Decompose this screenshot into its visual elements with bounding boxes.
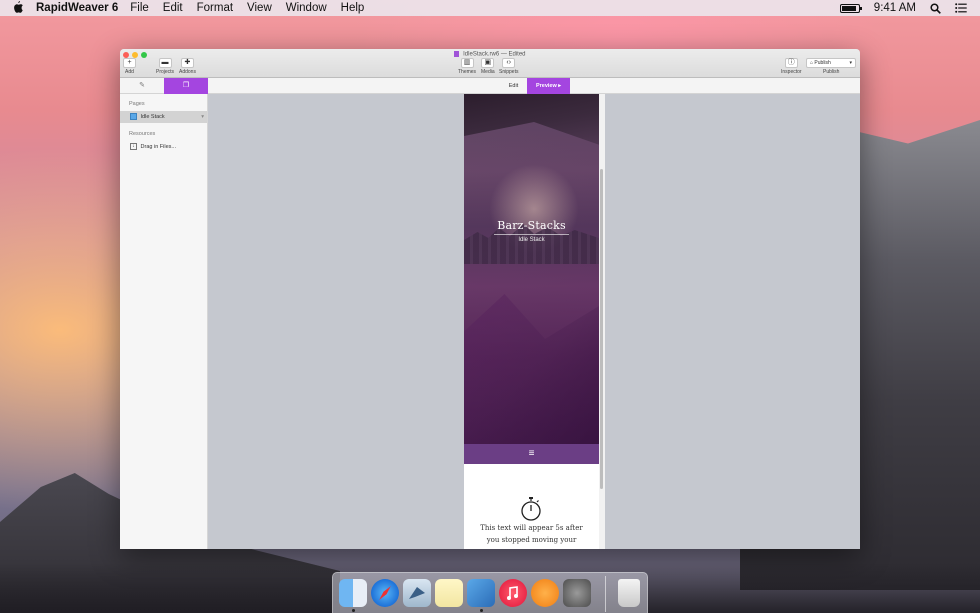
document-icon	[454, 51, 460, 57]
document-title: IdleStack.rw6 — Edited	[120, 51, 860, 58]
web-preview[interactable]: Barz-Stacks Idle Stack ≡ This text will …	[464, 94, 599, 549]
drag-in-files-item[interactable]: ↓ Drag in Files...	[120, 141, 207, 153]
pages-section-header: Pages	[129, 101, 145, 107]
site-title: Barz-Stacks	[497, 219, 566, 232]
page-icon	[130, 113, 137, 121]
snippets-label: Snippets	[499, 69, 519, 75]
publish-button-label: Publish	[814, 60, 831, 66]
finder-icon[interactable]	[339, 579, 367, 607]
menu-view[interactable]: View	[247, 2, 272, 14]
wrench-icon: ✎	[139, 82, 145, 89]
finder-running-indicator	[352, 609, 355, 612]
menu-edit[interactable]: Edit	[163, 2, 183, 14]
info-icon: ⓘ	[784, 58, 798, 68]
document-filename: IdleStack.rw6	[463, 51, 500, 58]
window-toolbar: IdleStack.rw6 — Edited + Add ▬ Projects …	[120, 49, 860, 78]
mail-icon[interactable]	[403, 579, 431, 607]
hamburger-menu-icon[interactable]: ≡	[529, 448, 535, 459]
media-icon: ▣	[481, 58, 495, 68]
rapidweaver-running-indicator	[480, 609, 483, 612]
preview-scrollbar[interactable]	[599, 94, 605, 549]
notes-icon[interactable]	[435, 579, 463, 607]
idle-message-line2: you stopped moving your	[486, 536, 577, 544]
battery-icon[interactable]	[839, 3, 862, 13]
publish-caption: Publish	[823, 69, 840, 75]
addons-button[interactable]: ✚ Addons	[179, 58, 196, 75]
rapidweaver-icon[interactable]	[467, 579, 495, 607]
download-icon: ↓	[130, 143, 137, 151]
dock-separator	[605, 576, 606, 612]
idle-message-text: This text will appear 5s after you stopp…	[464, 522, 599, 546]
drag-in-files-label: Drag in Files...	[140, 144, 176, 150]
preview-menu-arrow-icon: ▸	[558, 83, 562, 89]
snippets-icon: ‹›	[502, 58, 516, 68]
notification-center-icon[interactable]	[954, 1, 968, 15]
themes-button[interactable]: ▥ Themes	[458, 58, 476, 75]
page-sidebar: Pages Idle Stack ▾ Resources ↓ Drag in F…	[120, 94, 208, 549]
snippets-button[interactable]: ‹› Snippets	[499, 58, 518, 75]
document-edited-status: — Edited	[500, 51, 526, 58]
media-label: Media	[481, 69, 495, 75]
addons-label: Addons	[179, 69, 196, 75]
themes-label: Themes	[458, 69, 477, 75]
ibooks-icon[interactable]	[531, 579, 559, 607]
projects-label: Projects	[156, 69, 175, 75]
themes-icon: ▥	[460, 58, 474, 68]
preview-mode-label: Preview	[535, 83, 557, 89]
rapidweaver-window: IdleStack.rw6 — Edited + Add ▬ Projects …	[120, 49, 860, 549]
dock	[332, 572, 648, 613]
inspector-label: Inspector	[781, 69, 802, 75]
menu-help[interactable]: Help	[341, 2, 365, 14]
add-label: Add	[125, 69, 134, 75]
safari-icon[interactable]	[371, 579, 399, 607]
apple-menu-icon[interactable]	[10, 0, 26, 16]
page-item-idle-stack[interactable]: Idle Stack ▾	[120, 111, 207, 123]
projects-button[interactable]: ▬ Projects	[156, 58, 174, 75]
site-nav-bar[interactable]: ≡	[464, 444, 599, 464]
menu-window[interactable]: Window	[286, 2, 327, 14]
pages-icon: ❐	[182, 82, 190, 89]
tab-site-settings[interactable]: ✎	[120, 78, 164, 94]
add-button[interactable]: + Add	[123, 58, 136, 75]
edit-mode-tab[interactable]: Edit	[500, 78, 527, 94]
resources-section-header: Resources	[129, 131, 156, 137]
projects-icon: ▬	[158, 58, 172, 68]
geometric-overlay	[464, 294, 599, 444]
menu-file[interactable]: File	[130, 2, 149, 14]
page-item-label: Idle Stack	[140, 114, 165, 120]
itunes-icon[interactable]	[499, 579, 527, 607]
idle-message-line1: This text will appear 5s after	[480, 524, 583, 532]
stopwatch-icon	[521, 497, 541, 521]
system-preferences-icon[interactable]	[563, 579, 591, 607]
chevron-down-icon: ▾	[849, 60, 852, 66]
media-button[interactable]: ▣ Media	[481, 58, 495, 75]
site-subtitle: Idle Stack	[518, 237, 545, 243]
title-divider	[494, 234, 569, 235]
spotlight-search-icon[interactable]	[928, 1, 942, 15]
bridge-silhouette	[464, 94, 599, 150]
menubar-clock[interactable]: 9:41 AM	[874, 2, 916, 14]
trash-icon[interactable]	[618, 579, 640, 607]
preview-scrollbar-thumb[interactable]	[600, 169, 603, 489]
menu-format[interactable]: Format	[197, 2, 233, 14]
plus-icon: +	[123, 58, 136, 68]
publish-button[interactable]: ⌂ Publish ▾	[806, 58, 856, 68]
preview-mode-tab[interactable]: Preview ▸	[527, 78, 570, 94]
page-disclosure-icon[interactable]: ▾	[201, 111, 204, 123]
addons-icon: ✚	[180, 58, 194, 68]
app-name-menu[interactable]: RapidWeaver 6	[36, 2, 118, 14]
inspector-button[interactable]: ⓘ Inspector	[781, 58, 802, 75]
mode-bar: ✎ ❐ Edit Preview ▸	[120, 78, 860, 94]
hero-banner-image: Barz-Stacks Idle Stack	[464, 94, 599, 444]
tab-pages[interactable]: ❐	[164, 78, 208, 94]
menu-bar: RapidWeaver 6 File Edit Format View Wind…	[0, 0, 980, 16]
house-icon: ⌂	[810, 60, 814, 66]
